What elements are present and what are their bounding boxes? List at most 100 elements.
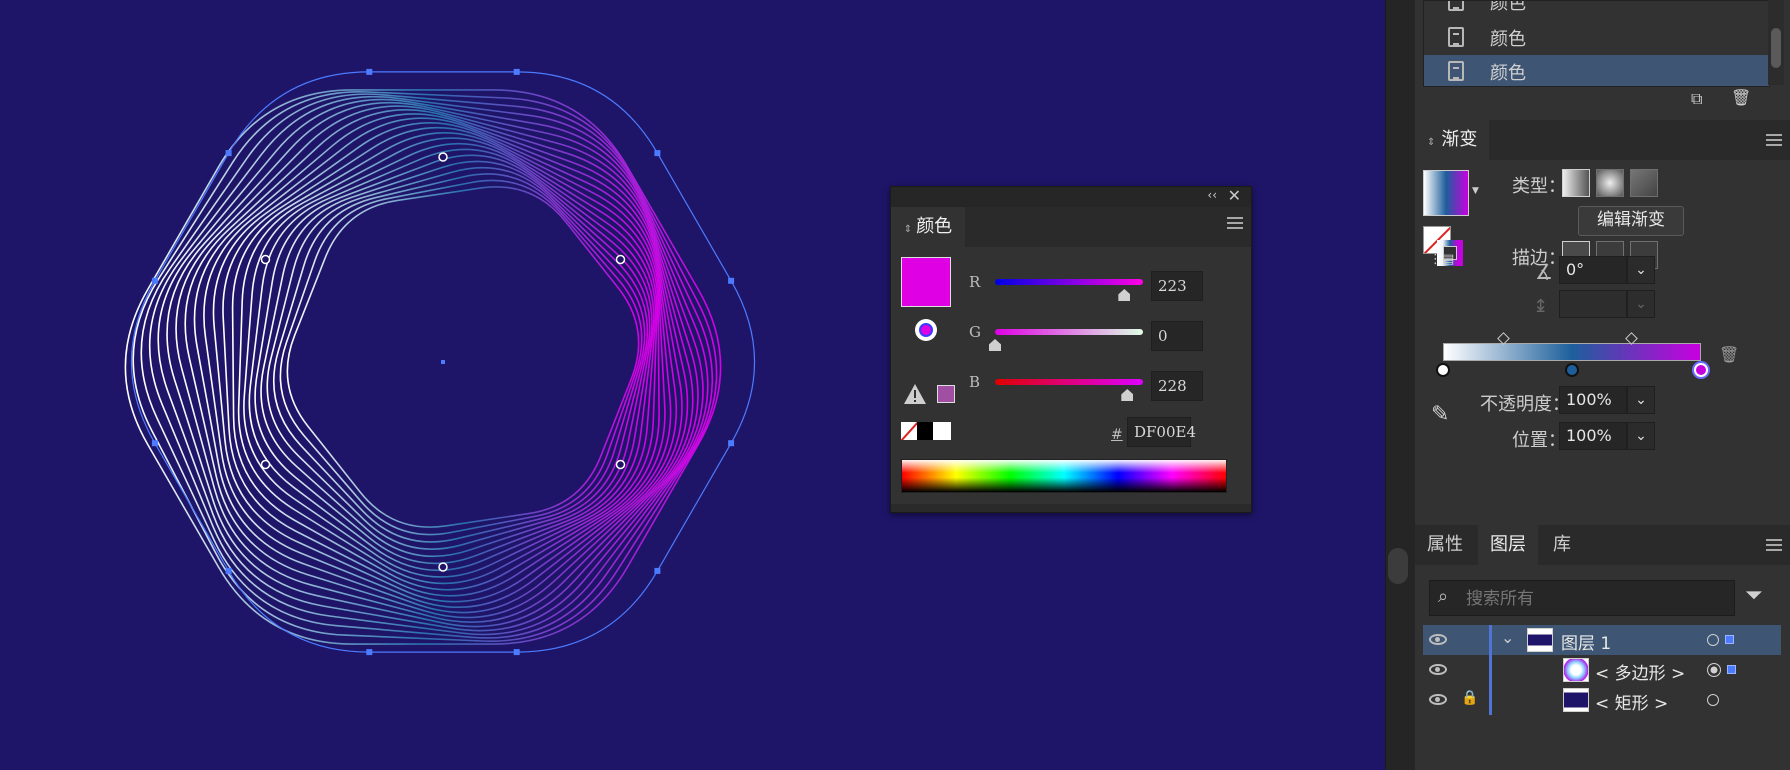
color-spectrum-ramp[interactable] [901,459,1227,493]
anchor-point[interactable] [225,567,232,574]
aspect-ratio-dropdown[interactable]: ⌄ [1627,290,1655,318]
delete-stop-icon[interactable]: 🗑 [1719,345,1739,364]
anchor-point[interactable] [728,277,735,284]
chevron-down-icon[interactable]: ▼ [1472,186,1479,196]
location-dropdown[interactable]: ⌄ [1627,422,1655,450]
swatch-list-item[interactable]: 颜色 [1424,1,1769,17]
layer-name[interactable]: < 矩形 > [1595,689,1668,714]
layer-thumbnail [1527,628,1553,652]
tab-libraries[interactable]: 库 [1541,525,1583,565]
lock-icon[interactable]: 🔒 [1461,690,1478,706]
gradient-options-icon[interactable]: ⋮▤ [1429,252,1454,267]
layer-name[interactable]: 图层 1 [1561,629,1611,654]
eye-icon[interactable] [1429,634,1447,645]
fill-color-swatch[interactable] [901,257,951,307]
black-color-swatch[interactable] [917,422,933,440]
anchor-point[interactable] [728,440,735,447]
polygon-ring[interactable] [237,137,658,585]
corner-widget[interactable] [438,152,448,162]
anchor-point[interactable] [151,440,158,447]
panel-menu-icon[interactable] [1766,134,1782,149]
anchor-point[interactable] [366,649,373,656]
linear-gradient-button[interactable] [1562,169,1590,197]
swatch-list-item[interactable]: 颜色 [1424,21,1769,53]
g-value-field[interactable]: 0 [1151,321,1203,351]
g-slider[interactable] [995,329,1143,335]
anchor-point[interactable] [151,277,158,284]
in-gamut-color-swatch[interactable] [937,385,955,403]
corner-widget[interactable] [260,254,271,265]
radial-gradient-button[interactable] [1596,169,1624,197]
corner-widget[interactable] [260,459,271,470]
trash-icon[interactable]: 🗑 [1731,88,1751,107]
r-slider-thumb[interactable] [1118,289,1131,301]
close-icon[interactable]: ✕ [1228,186,1241,205]
anchor-point[interactable] [654,150,661,157]
dock-scroll-handle[interactable] [1388,548,1408,584]
panel-resize-grip[interactable] [891,504,1251,512]
center-point[interactable] [441,360,445,364]
selection-indicator[interactable] [1725,635,1734,644]
edit-gradient-button[interactable]: 编辑渐变 [1578,206,1684,236]
angle-field[interactable]: 0° [1559,256,1627,284]
layers-search[interactable]: ⌕ [1429,580,1735,616]
anchor-point[interactable] [654,567,661,574]
polygon-ring[interactable] [231,131,660,591]
selection-indicator[interactable] [1727,665,1736,674]
search-input[interactable] [1464,585,1728,613]
location-field[interactable]: 100% [1559,422,1627,450]
color-panel-floating[interactable]: ‹‹ ✕ ⇕ 颜色 R 223 G 0 B 228 # DF00E4 [890,186,1252,513]
anchor-point[interactable] [366,68,373,75]
r-value-field[interactable]: 223 [1151,271,1203,301]
b-value-field[interactable]: 228 [1151,371,1203,401]
white-color-swatch[interactable] [933,422,951,440]
target-circle-icon[interactable] [1707,634,1719,646]
target-circle-icon[interactable] [1707,663,1721,677]
gradient-stop[interactable] [1436,363,1450,377]
anchor-point[interactable] [513,68,520,75]
tab-layers[interactable]: 图层 [1478,525,1538,565]
b-slider[interactable] [995,379,1143,385]
r-slider[interactable] [995,279,1143,285]
opacity-dropdown[interactable]: ⌄ [1627,386,1655,414]
opacity-field[interactable]: 100% [1559,386,1627,414]
angle-dropdown[interactable]: ⌄ [1627,256,1655,284]
hex-value-field[interactable]: DF00E4 [1127,417,1196,447]
anchor-point[interactable] [225,150,232,157]
out-of-gamut-warning-icon[interactable] [903,383,927,405]
gradient-stop[interactable] [1694,363,1708,377]
gradient-stop[interactable] [1565,363,1579,377]
layer-row[interactable]: < 多边形 > [1423,655,1781,685]
target-circle-icon[interactable] [1707,694,1719,706]
gradient-preview-swatch[interactable] [1423,170,1469,216]
layer-row[interactable]: ⌄ 图层 1 [1423,625,1781,655]
layer-row[interactable]: 🔒 < 矩形 > [1423,685,1781,715]
corner-widget[interactable] [615,459,626,470]
eyedropper-icon[interactable]: ✎ [1431,402,1449,427]
aspect-ratio-field[interactable] [1559,290,1627,318]
panel-title-bar[interactable]: ‹‹ ✕ [891,186,1251,207]
layer-name[interactable]: < 多边形 > [1595,659,1685,684]
g-slider-thumb[interactable] [989,339,1001,351]
anchor-point[interactable] [513,649,520,656]
list-scrollbar[interactable] [1768,0,1784,85]
tab-gradient[interactable]: ⇕ 渐变 [1415,120,1490,160]
b-slider-thumb[interactable] [1121,389,1134,401]
tab-properties[interactable]: 属性 [1415,525,1475,565]
gradient-slider[interactable] [1443,343,1701,361]
eye-icon[interactable] [1429,664,1447,675]
eye-icon[interactable] [1429,694,1447,705]
new-swatch-icon[interactable]: ⧉ [1691,89,1702,109]
none-color-swatch[interactable] [901,422,917,440]
freeform-gradient-button[interactable] [1630,169,1658,197]
type-label: 类型： [1512,176,1566,197]
collapse-icon[interactable]: ‹‹ [1207,188,1217,202]
panel-menu-icon[interactable] [1766,539,1782,554]
chevron-down-icon[interactable]: ⌄ [1501,628,1514,647]
filter-icon[interactable]: ⏷ [1745,583,1763,608]
swatch-list-item-selected[interactable]: 颜色 [1424,55,1769,86]
corner-widget[interactable] [615,254,626,265]
tab-color[interactable]: ⇕ 颜色 [891,207,965,247]
panel-menu-icon[interactable] [1227,217,1243,232]
corner-widget[interactable] [438,562,448,572]
